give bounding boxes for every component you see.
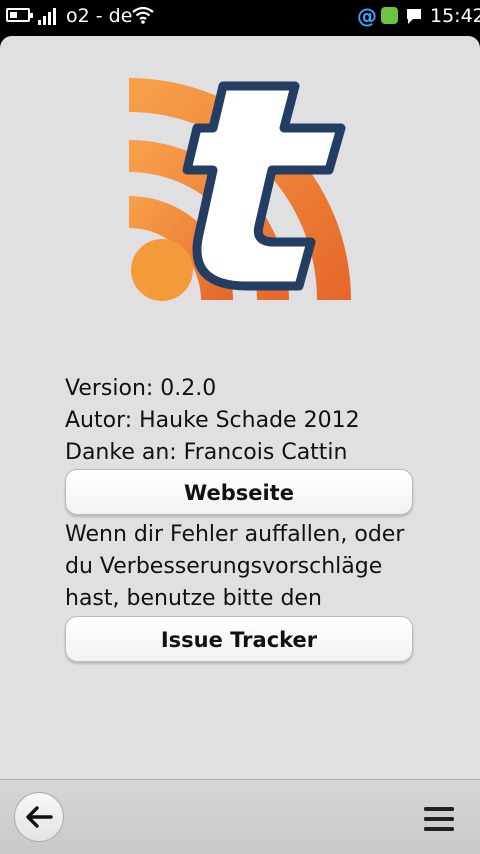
bug-text-line: du Verbesserungsvorschläge <box>65 554 383 579</box>
signal-icon <box>38 7 60 25</box>
green-app-icon <box>381 7 398 24</box>
carrier-label: o2 - de <box>66 5 133 27</box>
tumblr-rss-logo <box>129 78 351 301</box>
status-bar: o2 - de @ 15:42 <box>0 0 480 32</box>
bug-text-line: hast, benutze bitte den <box>65 586 322 611</box>
back-button[interactable] <box>14 792 64 842</box>
about-page: Version: 0.2.0 Autor: Hauke Schade 2012 … <box>0 36 480 854</box>
back-arrow-icon <box>26 806 53 828</box>
version-label: Version: 0.2.0 <box>65 376 217 401</box>
thanks-label: Danke an: Francois Cattin <box>65 440 348 465</box>
email-at-icon: @ <box>357 4 377 28</box>
menu-icon[interactable] <box>422 802 456 836</box>
issue-tracker-button[interactable]: Issue Tracker <box>65 616 413 662</box>
website-button[interactable]: Webseite <box>65 469 413 515</box>
bug-report-text: Wenn dir Fehler auffallen, oder du Verbe… <box>65 519 425 615</box>
bottom-toolbar <box>0 779 480 854</box>
author-label: Autor: Hauke Schade 2012 <box>65 408 360 433</box>
battery-icon <box>6 8 33 22</box>
bug-text-line: Wenn dir Fehler auffallen, oder <box>65 522 405 547</box>
wifi-icon <box>132 6 154 24</box>
clock: 15:42 <box>430 5 480 27</box>
chat-bubble-icon <box>407 9 421 24</box>
